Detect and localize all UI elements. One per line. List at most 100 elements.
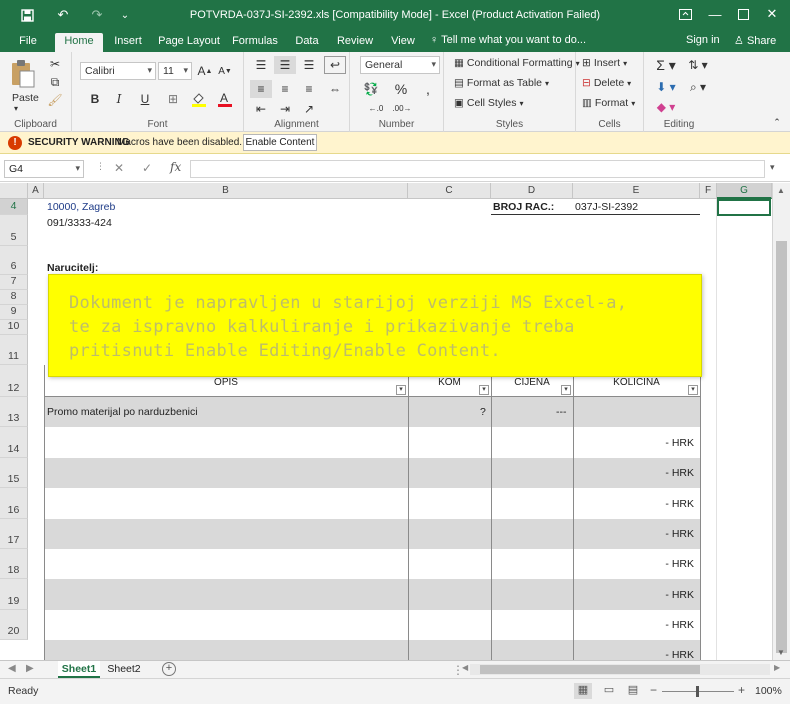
scroll-down-icon[interactable]: ▼: [777, 648, 785, 657]
add-sheet-icon[interactable]: +: [162, 662, 176, 676]
orientation-icon[interactable]: ↗: [298, 102, 320, 116]
cell-e15[interactable]: - HRK: [620, 467, 694, 479]
share-button[interactable]: ♙ Share: [734, 34, 776, 47]
name-box[interactable]: G4: [4, 160, 84, 178]
tab-data[interactable]: Data: [290, 33, 324, 52]
cell-styles-button[interactable]: ▣ Cell Styles ▾: [454, 97, 524, 109]
merge-center-icon[interactable]: ⇔: [324, 80, 346, 98]
paste-dropdown-icon[interactable]: ▾: [14, 104, 18, 113]
worksheet-grid[interactable]: A B C D E F G 4 5 6 7 8 9 10 11 12 13 14…: [0, 183, 772, 660]
column-header-b[interactable]: B: [44, 183, 408, 199]
cell-e14[interactable]: - HRK: [620, 437, 694, 449]
filter-dropdown-icon[interactable]: ▾: [396, 385, 406, 395]
cell-e4[interactable]: 037J-SI-2392: [575, 201, 638, 213]
font-color-icon[interactable]: A: [214, 90, 236, 108]
enable-content-button[interactable]: Enable Content: [243, 134, 317, 151]
borders-icon[interactable]: ⊞: [162, 90, 184, 108]
row-header-15[interactable]: 15: [0, 458, 28, 488]
tab-home[interactable]: Home: [55, 33, 103, 52]
cell-e20[interactable]: - HRK: [620, 619, 694, 631]
row-header-4[interactable]: 4: [0, 199, 28, 215]
scroll-sheets-left-icon[interactable]: ◀: [8, 663, 16, 674]
row-header-11[interactable]: 11: [0, 335, 28, 365]
row-header-10[interactable]: 10: [0, 320, 28, 335]
font-name-select[interactable]: Calibri: [80, 62, 156, 80]
save-icon[interactable]: [18, 6, 36, 24]
paste-icon[interactable]: [6, 56, 40, 92]
conditional-formatting-button[interactable]: ▦ Conditional Formatting ▾: [454, 57, 580, 69]
tab-page-layout[interactable]: Page Layout: [157, 33, 221, 52]
column-header-g[interactable]: G: [717, 183, 772, 199]
align-left-icon[interactable]: ≡: [250, 80, 272, 98]
scroll-right-icon[interactable]: ▶: [774, 663, 780, 672]
cell-e18[interactable]: - HRK: [620, 558, 694, 570]
scroll-thumb[interactable]: [480, 665, 700, 674]
row-header-9[interactable]: 9: [0, 305, 28, 320]
decrease-decimal-icon[interactable]: .00→: [390, 100, 414, 116]
align-top-icon[interactable]: ☰: [250, 56, 272, 74]
column-header-f[interactable]: F: [700, 183, 717, 199]
cell-b5[interactable]: 091/3333-424: [47, 217, 112, 229]
cell-d13[interactable]: ---: [556, 406, 567, 418]
sign-in-link[interactable]: Sign in: [686, 34, 720, 46]
scroll-left-icon[interactable]: ◀: [462, 663, 468, 672]
zoom-level[interactable]: 100%: [755, 685, 782, 697]
format-as-table-button[interactable]: ▤ Format as Table ▾: [454, 77, 549, 89]
format-painter-icon[interactable]: 🖌: [46, 92, 64, 108]
filter-dropdown-icon[interactable]: ▾: [561, 385, 571, 395]
autosum-icon[interactable]: Σ ▾: [652, 56, 680, 74]
cell-c13[interactable]: ?: [480, 406, 486, 418]
percent-icon[interactable]: %: [390, 80, 412, 98]
fill-icon[interactable]: ⬇ ▾: [652, 78, 680, 96]
cell-e17[interactable]: - HRK: [620, 528, 694, 540]
formula-input[interactable]: [190, 160, 765, 178]
align-middle-icon[interactable]: ☰: [274, 56, 296, 74]
comma-style-icon[interactable]: ,: [418, 80, 438, 98]
column-header-c[interactable]: C: [408, 183, 491, 199]
normal-view-icon[interactable]: ▦: [574, 683, 592, 699]
row-header-14[interactable]: 14: [0, 427, 28, 458]
row-header-16[interactable]: 16: [0, 488, 28, 519]
tab-view[interactable]: View: [386, 33, 420, 52]
cell-e19[interactable]: - HRK: [620, 589, 694, 601]
tab-review[interactable]: Review: [334, 33, 376, 52]
redo-icon[interactable]: ↷: [88, 6, 106, 24]
scroll-sheets-right-icon[interactable]: ▶: [26, 663, 34, 674]
row-header-17[interactable]: 17: [0, 519, 28, 549]
vertical-scrollbar[interactable]: ▲ ▼: [772, 183, 790, 660]
row-header-6[interactable]: 6: [0, 246, 28, 275]
filter-dropdown-icon[interactable]: ▾: [688, 385, 698, 395]
row-header-8[interactable]: 8: [0, 290, 28, 305]
collapse-ribbon-icon[interactable]: ⌃: [770, 116, 784, 128]
fill-color-icon[interactable]: [188, 90, 210, 108]
row-header-19[interactable]: 19: [0, 579, 28, 610]
filter-dropdown-icon[interactable]: ▾: [479, 385, 489, 395]
accounting-format-icon[interactable]: 💱: [360, 80, 382, 98]
zoom-out-icon[interactable]: −: [650, 683, 657, 697]
row-header-7[interactable]: 7: [0, 275, 28, 290]
enter-icon[interactable]: ✓: [142, 161, 152, 175]
zoom-slider-thumb[interactable]: [696, 686, 699, 697]
decrease-font-icon[interactable]: A ▼: [216, 62, 234, 80]
undo-icon[interactable]: ↶: [54, 6, 72, 24]
font-size-select[interactable]: 11: [158, 62, 192, 80]
insert-function-icon[interactable]: fx: [170, 160, 181, 174]
wrap-text-icon[interactable]: ↩: [324, 56, 346, 74]
row-header-18[interactable]: 18: [0, 549, 28, 579]
sheet-tab-sheet1[interactable]: Sheet1: [58, 661, 100, 678]
align-center-icon[interactable]: ≡: [274, 80, 296, 98]
select-all-button[interactable]: [0, 183, 28, 199]
cut-icon[interactable]: ✂: [46, 56, 64, 72]
customize-qat-icon[interactable]: ⌄: [118, 6, 132, 24]
clear-icon[interactable]: ◆ ▾: [652, 98, 680, 116]
paste-label[interactable]: Paste: [12, 92, 39, 104]
align-bottom-icon[interactable]: ☰: [298, 56, 320, 74]
horizontal-scrollbar[interactable]: [470, 664, 770, 675]
maximize-button[interactable]: [728, 4, 758, 24]
increase-indent-icon[interactable]: ⇥: [274, 102, 296, 116]
column-header-a[interactable]: A: [28, 183, 44, 199]
column-header-d[interactable]: D: [491, 183, 573, 199]
page-layout-view-icon[interactable]: ▭: [600, 683, 618, 699]
increase-font-icon[interactable]: A ▲: [196, 62, 214, 80]
underline-icon[interactable]: U: [134, 90, 156, 108]
